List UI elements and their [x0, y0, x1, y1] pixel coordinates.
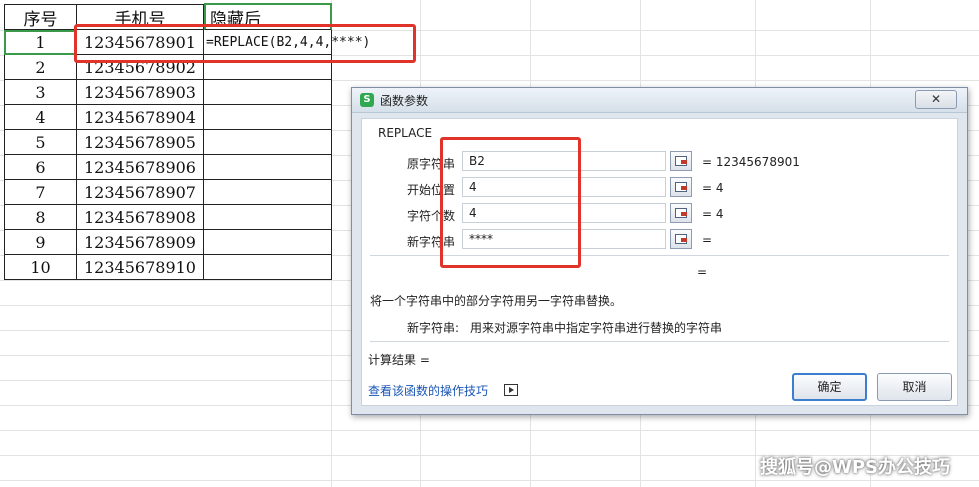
param-help-label: 新字符串:: [407, 321, 460, 335]
ok-button[interactable]: 确定: [792, 373, 867, 401]
hidden-cell[interactable]: [204, 130, 332, 155]
phone-cell[interactable]: 12345678905: [77, 130, 204, 155]
phone-cell[interactable]: 12345678908: [77, 205, 204, 230]
play-video-icon[interactable]: [504, 384, 518, 396]
param-input-source-string[interactable]: [462, 151, 666, 171]
wps-app-icon: S: [360, 93, 374, 107]
row-index-cell[interactable]: 6: [4, 155, 77, 180]
gridline: [0, 430, 979, 431]
close-button[interactable]: ✕: [915, 90, 957, 109]
function-description: 将一个字符串中的部分字符用另一字符串替换。: [370, 294, 623, 308]
phone-cell[interactable]: 12345678901: [77, 30, 204, 55]
row-index-cell[interactable]: 4: [4, 105, 77, 130]
divider: [370, 341, 949, 342]
row-index-cell[interactable]: 2: [4, 55, 77, 80]
formula-result-preview: =: [697, 265, 708, 279]
range-picker-button[interactable]: [670, 229, 692, 249]
hidden-cell[interactable]: [204, 230, 332, 255]
hidden-cell[interactable]: [204, 155, 332, 180]
cancel-button[interactable]: 取消: [877, 373, 952, 401]
param-result-char-count: = 4: [702, 207, 724, 221]
header-cell-hidden[interactable]: 隐藏后: [204, 3, 332, 30]
function-arguments-dialog: S 函数参数 ✕ REPLACE 原字符串 = 12345678901 开始位置…: [351, 87, 968, 415]
dialog-titlebar[interactable]: S 函数参数 ✕: [352, 88, 967, 113]
hidden-cell[interactable]: [204, 55, 332, 80]
phone-cell[interactable]: 12345678909: [77, 230, 204, 255]
divider: [370, 255, 949, 256]
param-result-start-position: = 4: [702, 181, 724, 195]
phone-cell[interactable]: 12345678906: [77, 155, 204, 180]
range-select-icon: [675, 208, 687, 218]
row-index-cell[interactable]: 3: [4, 80, 77, 105]
row-index-cell[interactable]: 8: [4, 205, 77, 230]
gridline: [0, 480, 979, 481]
param-input-new-string[interactable]: [462, 229, 666, 249]
watermark: 搜狐号@WPS办公技巧: [760, 457, 951, 478]
hidden-cell[interactable]: [204, 180, 332, 205]
range-select-icon: [675, 156, 687, 166]
function-help-link[interactable]: 查看该函数的操作技巧: [368, 382, 488, 399]
range-picker-button[interactable]: [670, 177, 692, 197]
header-cell-index[interactable]: 序号: [4, 4, 77, 30]
phone-cell[interactable]: 12345678904: [77, 105, 204, 130]
param-label-char-count: 字符个数: [407, 209, 456, 223]
phone-cell[interactable]: 12345678907: [77, 180, 204, 205]
param-help-text: 用来对源字符串中指定字符串进行替换的字符串: [470, 321, 723, 335]
param-input-char-count[interactable]: [462, 203, 666, 223]
hidden-cell[interactable]: [204, 205, 332, 230]
function-name: REPLACE: [378, 126, 433, 140]
dialog-title: 函数参数: [380, 94, 429, 108]
row-index-cell[interactable]: 9: [4, 230, 77, 255]
calc-result-label: 计算结果 =: [368, 353, 430, 367]
param-label-start-position: 开始位置: [407, 183, 456, 197]
range-select-icon: [675, 182, 687, 192]
formula-cell-text[interactable]: =REPLACE(B2,4,4,****): [204, 30, 404, 55]
row-index-cell[interactable]: 7: [4, 180, 77, 205]
param-result-source-string: = 12345678901: [702, 155, 800, 169]
hidden-cell[interactable]: [204, 80, 332, 105]
row-index-cell[interactable]: 10: [4, 255, 77, 280]
header-cell-phone[interactable]: 手机号: [77, 4, 204, 30]
hidden-cell[interactable]: [204, 105, 332, 130]
param-input-start-position[interactable]: [462, 177, 666, 197]
hidden-cell[interactable]: [204, 255, 332, 280]
row-index-cell[interactable]: 5: [4, 130, 77, 155]
range-picker-button[interactable]: [670, 151, 692, 171]
range-select-icon: [675, 234, 687, 244]
phone-cell[interactable]: 12345678903: [77, 80, 204, 105]
dialog-content: REPLACE 原字符串 = 12345678901 开始位置 = 4 字符个数…: [361, 118, 958, 406]
row-index-cell[interactable]: 1: [4, 30, 77, 55]
param-result-new-string: =: [702, 233, 713, 247]
param-label-source-string: 原字符串: [407, 157, 456, 171]
param-label-new-string: 新字符串: [407, 235, 456, 249]
phone-cell[interactable]: 12345678902: [77, 55, 204, 80]
phone-cell[interactable]: 12345678910: [77, 255, 204, 280]
range-picker-button[interactable]: [670, 203, 692, 223]
